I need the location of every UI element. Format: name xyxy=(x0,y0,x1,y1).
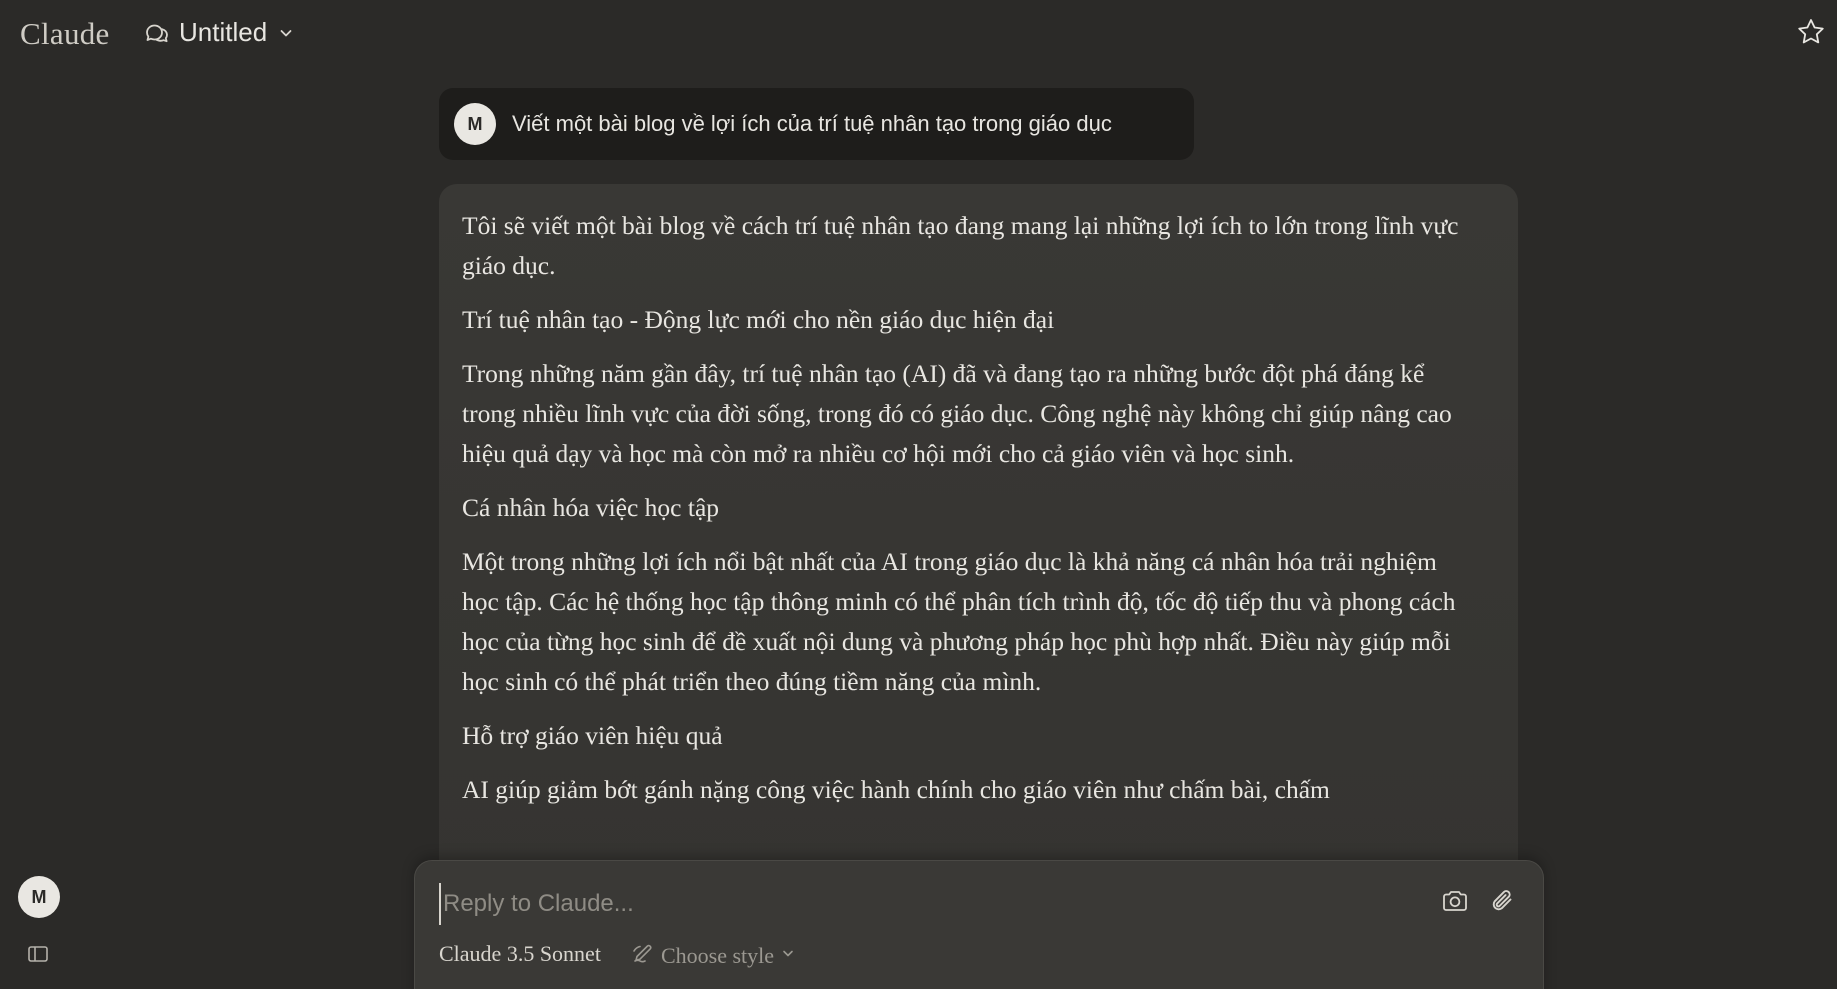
sidebar-toggle-icon[interactable] xyxy=(26,942,50,966)
app-window: Claude Untitled M Viết một bài blog về l… xyxy=(0,0,1837,989)
pen-style-icon xyxy=(631,941,655,970)
assistant-message-content: Tôi sẽ viết một bài blog về cách trí tuệ… xyxy=(439,184,1518,810)
claude-logo[interactable]: Claude xyxy=(20,16,110,52)
assistant-paragraph: Trong những năm gần đây, trí tuệ nhân tạ… xyxy=(462,359,1452,468)
assistant-heading: Hỗ trợ giáo viên hiệu quả xyxy=(462,721,723,750)
assistant-heading: Cá nhân hóa việc học tập xyxy=(462,493,720,522)
star-icon[interactable] xyxy=(1795,16,1827,48)
assistant-paragraph: AI giúp giảm bớt gánh nặng công việc hàn… xyxy=(462,775,1330,804)
model-selector[interactable]: Claude 3.5 Sonnet xyxy=(439,941,601,967)
style-selector[interactable]: Choose style xyxy=(631,941,796,970)
camera-icon[interactable] xyxy=(1439,885,1471,917)
reply-composer: Claude 3.5 Sonnet Choose style xyxy=(414,860,1544,989)
chevron-down-icon xyxy=(780,945,796,966)
user-message-text: Viết một bài blog về lợi ích của trí tuệ… xyxy=(512,111,1112,136)
chevron-down-icon xyxy=(277,24,295,42)
style-label: Choose style xyxy=(661,942,775,968)
assistant-message: Tôi sẽ viết một bài blog về cách trí tuệ… xyxy=(439,184,1518,904)
paperclip-icon[interactable] xyxy=(1487,885,1519,917)
user-avatar: M xyxy=(454,103,496,145)
header: Claude Untitled xyxy=(0,0,1837,68)
chat-title: Untitled xyxy=(179,17,268,47)
assistant-heading: Trí tuệ nhân tạo - Động lực mới cho nền … xyxy=(462,305,1055,334)
account-avatar[interactable]: M xyxy=(18,876,60,918)
assistant-paragraph: Một trong những lợi ích nổi bật nhất của… xyxy=(462,547,1456,696)
user-message: M Viết một bài blog về lợi ích của trí t… xyxy=(439,88,1194,160)
chat-bubbles-icon xyxy=(143,19,171,47)
chat-title-dropdown[interactable]: Untitled xyxy=(143,17,295,48)
reply-input[interactable] xyxy=(439,883,1405,925)
assistant-paragraph: Tôi sẽ viết một bài blog về cách trí tuệ… xyxy=(462,211,1459,280)
